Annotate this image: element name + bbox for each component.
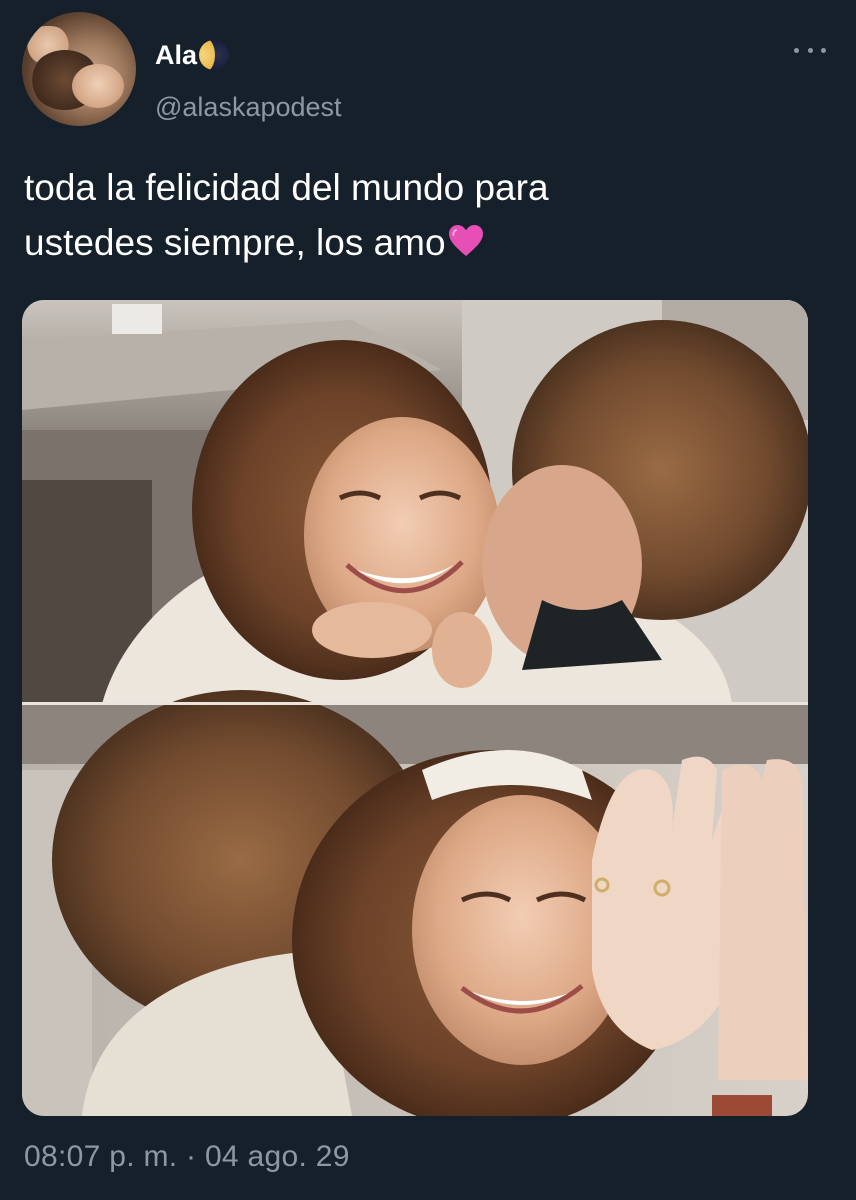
photo-top bbox=[22, 300, 808, 704]
more-dot bbox=[821, 47, 826, 53]
avatar[interactable] bbox=[22, 12, 136, 126]
photo-bottom bbox=[22, 690, 808, 1116]
user-handle[interactable]: @alaskapodest bbox=[155, 92, 342, 123]
tweet-text-line-1: toda la felicidad del mundo para bbox=[24, 167, 549, 208]
more-dot bbox=[794, 47, 799, 53]
more-options-icon[interactable] bbox=[794, 46, 826, 54]
tweet-text-line-2-text: ustedes siempre, los amo bbox=[24, 222, 446, 263]
pink-heart-icon bbox=[448, 225, 483, 256]
tweet-timestamp[interactable]: 08:07 p. m. · 04 ago. 29 bbox=[24, 1140, 350, 1174]
photo-collage bbox=[22, 300, 808, 1116]
photo-seam bbox=[22, 702, 808, 705]
display-name-row[interactable]: Ala bbox=[155, 38, 230, 72]
tweet: Ala @alaskapodest toda la felicidad del … bbox=[0, 0, 856, 1200]
display-name[interactable]: Ala bbox=[155, 40, 197, 71]
tweet-photo[interactable] bbox=[22, 300, 808, 1116]
tweet-text-line-2: ustedes siempre, los amo bbox=[24, 215, 804, 270]
avatar-face bbox=[72, 64, 124, 108]
more-dot bbox=[807, 47, 813, 53]
waning-crescent-moon-icon bbox=[199, 40, 230, 70]
tweet-text: toda la felicidad del mundo para ustedes… bbox=[24, 160, 804, 270]
